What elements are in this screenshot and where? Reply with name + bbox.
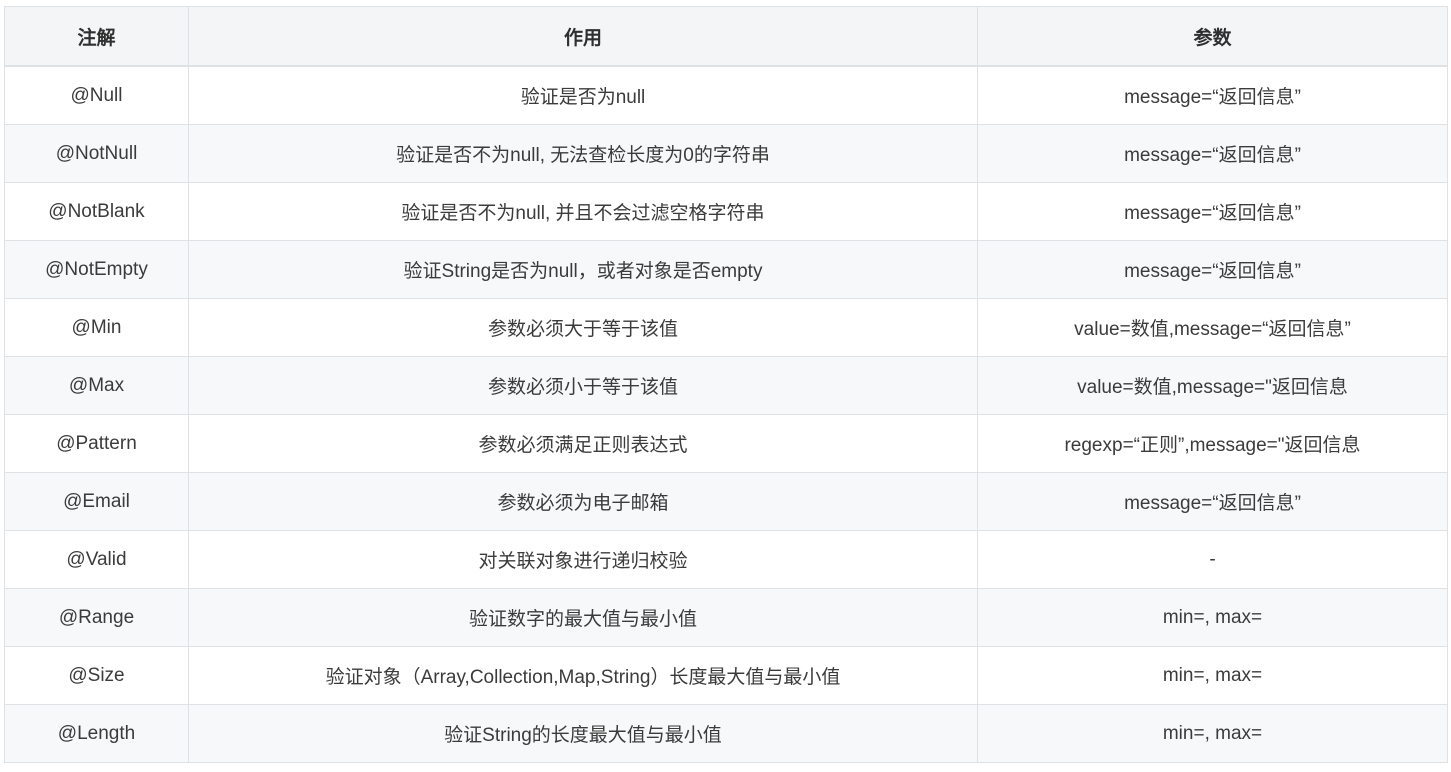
table-header: 注解 作用 参数 xyxy=(4,6,1448,67)
table-row: @Null 验证是否为null message=“返回信息” xyxy=(4,65,1448,125)
annotation-table: 注解 作用 参数 @Null 验证是否为null message=“返回信息” … xyxy=(4,6,1448,763)
table-row: @Email 参数必须为电子邮箱 message=“返回信息” xyxy=(4,472,1448,531)
annotation-cell: @Size xyxy=(4,646,189,705)
purpose-cell: 对关联对象进行递归校验 xyxy=(188,530,978,589)
purpose-cell: 验证是否不为null, 并且不会过滤空格字符串 xyxy=(188,182,978,241)
params-cell: min=, max= xyxy=(977,704,1448,763)
annotation-cell: @Email xyxy=(4,472,189,531)
annotation-cell: @Valid xyxy=(4,530,189,589)
table-row: @Length 验证String的长度最大值与最小值 min=, max= xyxy=(4,704,1448,763)
params-cell: value=数值,message="返回信息 xyxy=(977,356,1448,415)
annotation-cell: @Null xyxy=(4,65,189,125)
params-cell: message=“返回信息” xyxy=(977,472,1448,531)
header-annotation: 注解 xyxy=(4,6,189,67)
purpose-cell: 参数必须小于等于该值 xyxy=(188,356,978,415)
table-row: @NotNull 验证是否不为null, 无法查检长度为0的字符串 messag… xyxy=(4,124,1448,183)
header-row: 注解 作用 参数 xyxy=(4,6,1448,67)
annotation-table-container: 注解 作用 参数 @Null 验证是否为null message=“返回信息” … xyxy=(4,6,1448,763)
purpose-cell: 验证数字的最大值与最小值 xyxy=(188,588,978,647)
annotation-cell: @Max xyxy=(4,356,189,415)
table-row: @Max 参数必须小于等于该值 value=数值,message="返回信息 xyxy=(4,356,1448,415)
purpose-cell: 参数必须大于等于该值 xyxy=(188,298,978,357)
params-cell: min=, max= xyxy=(977,646,1448,705)
table-row: @Valid 对关联对象进行递归校验 - xyxy=(4,530,1448,589)
purpose-cell: 验证对象（Array,Collection,Map,String）长度最大值与最… xyxy=(188,646,978,705)
params-cell: message=“返回信息” xyxy=(977,124,1448,183)
annotation-cell: @Min xyxy=(4,298,189,357)
purpose-cell: 参数必须满足正则表达式 xyxy=(188,414,978,473)
params-cell: message=“返回信息” xyxy=(977,182,1448,241)
params-cell: message=“返回信息” xyxy=(977,65,1448,125)
table-row: @NotBlank 验证是否不为null, 并且不会过滤空格字符串 messag… xyxy=(4,182,1448,241)
purpose-cell: 参数必须为电子邮箱 xyxy=(188,472,978,531)
table-row: @Pattern 参数必须满足正则表达式 regexp=“正则”,message… xyxy=(4,414,1448,473)
purpose-cell: 验证String是否为null，或者对象是否empty xyxy=(188,240,978,299)
annotation-cell: @Range xyxy=(4,588,189,647)
params-cell: regexp=“正则”,message="返回信息 xyxy=(977,414,1448,473)
purpose-cell: 验证String的长度最大值与最小值 xyxy=(188,704,978,763)
params-cell: min=, max= xyxy=(977,588,1448,647)
annotation-cell: @NotEmpty xyxy=(4,240,189,299)
table-row: @Size 验证对象（Array,Collection,Map,String）长… xyxy=(4,646,1448,705)
params-cell: - xyxy=(977,530,1448,589)
annotation-cell: @Pattern xyxy=(4,414,189,473)
annotation-cell: @NotBlank xyxy=(4,182,189,241)
header-purpose: 作用 xyxy=(188,6,978,67)
table-row: @Min 参数必须大于等于该值 value=数值,message=“返回信息” xyxy=(4,298,1448,357)
table-row: @Range 验证数字的最大值与最小值 min=, max= xyxy=(4,588,1448,647)
purpose-cell: 验证是否为null xyxy=(188,65,978,125)
table-row: @NotEmpty 验证String是否为null，或者对象是否empty me… xyxy=(4,240,1448,299)
purpose-cell: 验证是否不为null, 无法查检长度为0的字符串 xyxy=(188,124,978,183)
params-cell: value=数值,message=“返回信息” xyxy=(977,298,1448,357)
table-body: @Null 验证是否为null message=“返回信息” @NotNull … xyxy=(4,65,1448,763)
params-cell: message=“返回信息” xyxy=(977,240,1448,299)
annotation-cell: @Length xyxy=(4,704,189,763)
header-params: 参数 xyxy=(977,6,1448,67)
annotation-cell: @NotNull xyxy=(4,124,189,183)
